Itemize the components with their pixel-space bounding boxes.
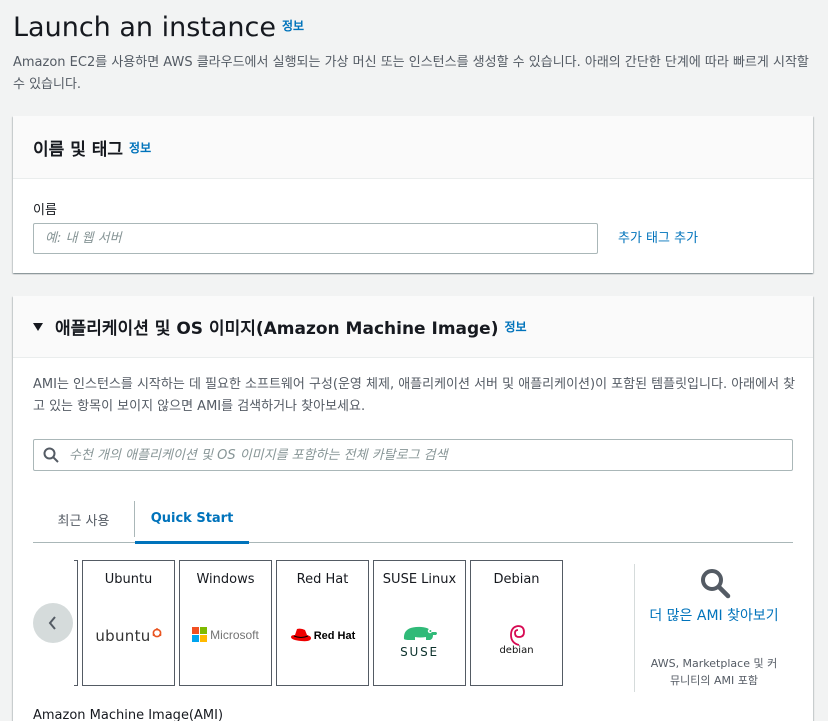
- carousel-previous-tile-edge: [74, 560, 78, 686]
- ami-tile-debian[interactable]: Debian debian: [470, 560, 563, 686]
- redhat-logo-icon: Red Hat: [277, 628, 368, 643]
- tile-name: Red Hat: [296, 572, 349, 587]
- tile-name: SUSE Linux: [382, 572, 457, 587]
- name-input[interactable]: [33, 223, 598, 254]
- ami-panel-title: 애플리케이션 및 OS 이미지(Amazon Machine Image): [55, 319, 499, 339]
- search-icon[interactable]: [699, 567, 731, 599]
- ami-tile-redhat[interactable]: Red Hat Red Hat: [276, 560, 369, 686]
- ami-search-box[interactable]: [33, 439, 793, 471]
- name-panel-title: 이름 및 태그: [33, 139, 124, 160]
- ami-panel-header[interactable]: 애플리케이션 및 OS 이미지(Amazon Machine Image) 정보: [13, 296, 813, 358]
- tile-name: Debian: [493, 572, 540, 587]
- ami-tile-windows[interactable]: Windows Microsoft: [179, 560, 272, 686]
- ami-search-input[interactable]: [69, 447, 769, 463]
- suse-logo-icon: SUSE: [374, 623, 465, 659]
- page-info-link[interactable]: 정보: [282, 19, 304, 33]
- chevron-left-icon: [48, 616, 56, 630]
- vertical-divider: [634, 564, 635, 692]
- ami-description: AMI는 인스턴스를 시작하는 데 필요한 소프트웨어 구성(운영 체제, 애플…: [33, 377, 796, 414]
- tile-name: Windows: [196, 572, 255, 587]
- page-title-text: Launch an instance: [13, 12, 276, 43]
- ami-tabs: 최근 사용 Quick Start: [33, 495, 793, 544]
- browse-more-amis-link[interactable]: 더 많은 AMI 찾아보기: [649, 605, 779, 627]
- name-field-label: 이름: [33, 203, 57, 218]
- name-info-link[interactable]: 정보: [129, 139, 151, 156]
- ami-panel: 애플리케이션 및 OS 이미지(Amazon Machine Image) 정보…: [13, 296, 813, 721]
- ami-tile-ubuntu[interactable]: Ubuntu ubuntu: [82, 560, 175, 686]
- ami-tile-suse[interactable]: SUSE Linux SUSE: [373, 560, 466, 686]
- tab-recent[interactable]: 최근 사용: [33, 501, 135, 537]
- name-panel-header: 이름 및 태그 정보: [13, 116, 813, 179]
- name-and-tags-panel: 이름 및 태그 정보 이름 추가 태그 추가: [13, 116, 813, 273]
- add-additional-tags-link[interactable]: 추가 태그 추가: [618, 227, 698, 246]
- search-icon: [43, 447, 59, 463]
- page-description: Amazon EC2를 사용하면 AWS 클라우드에서 실행되는 가상 머신 또…: [13, 55, 809, 92]
- ubuntu-logo-icon: ubuntu: [83, 627, 174, 645]
- ami-field-label: Amazon Machine Image(AMI): [33, 708, 224, 721]
- microsoft-logo-icon: Microsoft: [180, 627, 271, 642]
- tile-name: Ubuntu: [104, 572, 153, 587]
- caret-down-icon[interactable]: [33, 322, 43, 331]
- tab-quick-start[interactable]: Quick Start: [135, 496, 249, 544]
- carousel-previous-button[interactable]: [33, 603, 73, 643]
- ami-info-link[interactable]: 정보: [504, 318, 526, 335]
- browse-more-amis-subtext: AWS, Marketplace 및 커뮤니티의 AMI 포함: [650, 657, 778, 687]
- debian-logo-icon: debian: [471, 623, 562, 656]
- page-title: Launch an instance 정보: [13, 12, 304, 43]
